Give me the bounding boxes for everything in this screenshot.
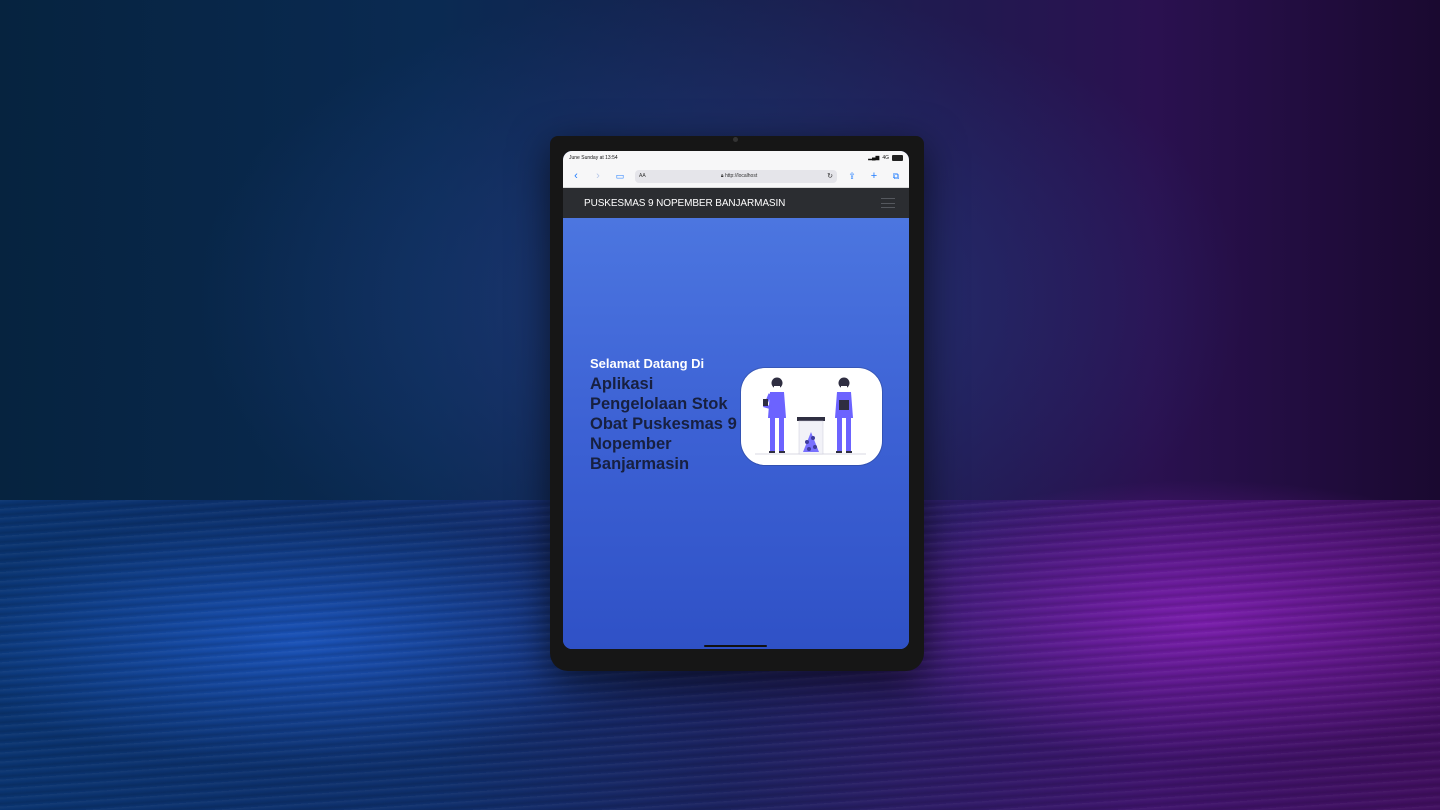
reader-button[interactable]: AA	[639, 173, 651, 179]
url-value: http://localhost	[724, 173, 758, 179]
illustration-card	[741, 368, 882, 465]
hero-section: Selamat Datang Di Aplikasi Pengelolaan S…	[563, 218, 909, 649]
status-time: June Sunday at 13:54	[569, 155, 618, 161]
home-indicator	[704, 645, 767, 647]
share-icon[interactable]: ⇪	[845, 171, 859, 181]
tablet-screen: June Sunday at 13:54 ▂▄▆ 4G ‹ › ▭ AA 🔒︎ …	[563, 151, 909, 649]
url-text[interactable]: 🔒︎ http://localhost	[651, 173, 827, 179]
pharmacist-left-figure	[762, 377, 786, 453]
camera-icon	[733, 137, 738, 142]
browser-toolbar: ‹ › ▭ AA 🔒︎ http://localhost ↻ ⇪ + ⧉	[563, 165, 909, 188]
pharmacy-illustration	[755, 377, 866, 455]
chevron-left-icon[interactable]: ‹	[569, 170, 583, 182]
welcome-text: Selamat Datang Di	[590, 356, 705, 371]
battery-icon	[892, 155, 903, 161]
app-title: Aplikasi Pengelolaan Stok Obat Puskesmas…	[590, 375, 737, 473]
plus-icon[interactable]: +	[867, 170, 881, 182]
navbar-brand[interactable]: PUSKESMAS 9 NOPEMBER BANJARMASIN	[584, 198, 785, 209]
tabs-icon[interactable]: ⧉	[889, 171, 903, 181]
signal-icon: ▂▄▆	[868, 155, 880, 161]
address-bar[interactable]: AA 🔒︎ http://localhost ↻	[635, 169, 837, 183]
reload-icon[interactable]: ↻	[827, 172, 833, 180]
pill-jar-icon	[797, 417, 825, 455]
hamburger-icon[interactable]	[881, 198, 895, 208]
lock-icon: 🔒︎	[720, 173, 724, 179]
pharmacist-right-figure	[835, 377, 853, 453]
hero-text: Selamat Datang Di Aplikasi Pengelolaan S…	[590, 356, 740, 474]
tablet-frame: June Sunday at 13:54 ▂▄▆ 4G ‹ › ▭ AA 🔒︎ …	[550, 136, 924, 671]
status-indicators: ▂▄▆ 4G	[868, 155, 903, 161]
book-icon[interactable]: ▭	[613, 171, 627, 181]
chevron-right-icon[interactable]: ›	[591, 170, 605, 182]
network-label: 4G	[882, 155, 889, 161]
navbar: PUSKESMAS 9 NOPEMBER BANJARMASIN	[563, 188, 909, 218]
status-bar: June Sunday at 13:54 ▂▄▆ 4G	[563, 151, 909, 165]
